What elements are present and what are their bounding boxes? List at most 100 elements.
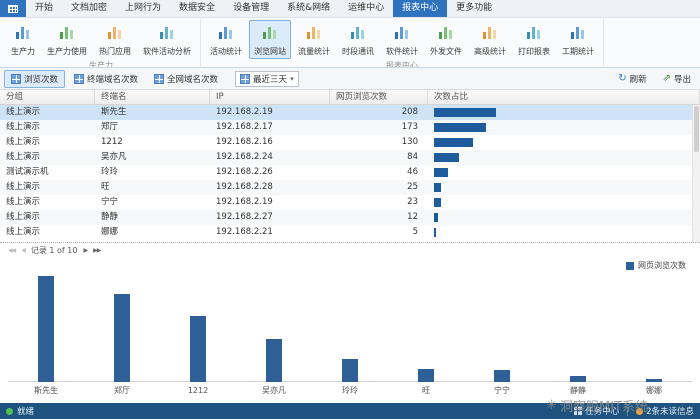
chart-icon — [106, 23, 124, 45]
chart-x-label: 吴亦凡 — [262, 384, 286, 397]
refresh-button[interactable]: ↻ 刷新 — [613, 72, 651, 86]
cell-terminal-name: 玲玲 — [95, 165, 210, 180]
ribbon-button[interactable]: 生产力 — [6, 20, 40, 59]
menu-tab-3[interactable]: 上网行为 — [116, 0, 170, 17]
menu-tab-5[interactable]: 设备管理 — [224, 0, 278, 17]
chart-column: 玲玲 — [312, 267, 388, 397]
table-row[interactable]: 线上演示1212192.168.2.16130 — [0, 135, 700, 150]
ribbon-button-label: 软件统计 — [386, 46, 418, 57]
chart-icon — [393, 23, 411, 45]
ribbon-button[interactable]: 浏览网站 — [249, 20, 291, 59]
menu-tab-8[interactable]: 报表中心 — [393, 0, 447, 17]
menu-tab-2[interactable]: 文档加密 — [62, 0, 116, 17]
first-page-button[interactable]: ◀◀ — [8, 247, 15, 254]
chart-column: 斯先生 — [8, 267, 84, 397]
ribbon-button[interactable]: 高级统计 — [469, 20, 511, 59]
cell-terminal-name: 郑厅 — [95, 120, 210, 135]
ribbon-button[interactable]: 软件统计 — [381, 20, 423, 59]
table-row[interactable]: 线上演示旺192.168.2.2825 — [0, 180, 700, 195]
menubar: 开始文档加密上网行为数据安全设备管理系统&网络运维中心报表中心更多功能 — [0, 0, 700, 18]
ribbon-button[interactable]: 活动统计 — [205, 20, 247, 59]
menu-tab-4[interactable]: 数据安全 — [170, 0, 224, 17]
cell-ratio — [428, 135, 700, 150]
view-tabs: 浏览次数终端域名次数全网域名次数 — [4, 70, 225, 88]
ribbon-button-label: 生产力 — [11, 46, 35, 57]
task-center-icon — [574, 407, 582, 415]
task-center-label: 任务中心 — [585, 405, 619, 417]
statusbar-divider — [627, 407, 628, 416]
ribbon-button[interactable]: 外发文件 — [425, 20, 467, 59]
ribbon-button[interactable]: 流量统计 — [293, 20, 335, 59]
ribbon-button[interactable]: 生产力使用 — [42, 20, 92, 59]
table-row[interactable]: 线上演示静静192.168.2.2712 — [0, 210, 700, 225]
task-center-button[interactable]: 任务中心 — [574, 405, 619, 417]
ribbon-button[interactable]: 打印报表 — [513, 20, 555, 59]
ribbon-button[interactable]: 工期统计 — [557, 20, 599, 59]
ribbon-button-label: 生产力使用 — [47, 46, 87, 57]
table-row[interactable]: 线上演示吴亦凡192.168.2.2484 — [0, 150, 700, 165]
scrollbar-thumb[interactable] — [694, 106, 699, 152]
ratio-bar — [434, 183, 441, 192]
date-range-value: 最近三天 — [253, 73, 287, 85]
table-icon — [11, 74, 21, 84]
chart-bar — [38, 276, 54, 382]
column-header[interactable]: 网页浏览次数 — [330, 90, 428, 104]
app-menu-button[interactable] — [0, 0, 26, 17]
unread-icon — [636, 408, 643, 415]
menu-tab-1[interactable]: 开始 — [26, 0, 62, 17]
chart-bar — [190, 316, 206, 382]
ratio-bar — [434, 123, 486, 132]
table-row[interactable]: 线上演示郑厅192.168.2.17173 — [0, 120, 700, 135]
menu-tab-6[interactable]: 系统&网络 — [278, 0, 339, 17]
view-tab-1[interactable]: 浏览次数 — [4, 70, 65, 88]
table-body: 线上演示斯先生192.168.2.19208线上演示郑厅192.168.2.17… — [0, 105, 700, 240]
view-tab-2[interactable]: 终端域名次数 — [67, 70, 145, 88]
cell-ratio — [428, 225, 700, 240]
next-page-button[interactable]: ▶ — [83, 247, 87, 254]
chart-bar — [494, 370, 510, 382]
column-header[interactable]: IP — [210, 90, 330, 104]
ribbon-button[interactable]: 热门应用 — [94, 20, 136, 59]
app-window: 开始文档加密上网行为数据安全设备管理系统&网络运维中心报表中心更多功能 生产力 生… — [0, 0, 700, 419]
ratio-bar — [434, 138, 473, 147]
unread-label: 2条未读信息 — [646, 405, 694, 417]
pager: ◀◀ ◀ 记录 1 of 10 ▶ ▶▶ — [0, 242, 700, 257]
unread-messages-button[interactable]: 2条未读信息 — [636, 405, 694, 417]
ribbon-button[interactable]: 软件活动分析 — [138, 20, 196, 59]
last-page-button[interactable]: ▶▶ — [93, 247, 100, 254]
date-range-select[interactable]: 最近三天 ▾ — [235, 71, 299, 87]
chart-column: 旺 — [388, 267, 464, 397]
cell-count: 46 — [330, 165, 428, 180]
legend-label: 网页浏览次数 — [638, 260, 686, 271]
table-row[interactable]: 线上演示宁宁192.168.2.1923 — [0, 195, 700, 210]
ratio-bar — [434, 108, 496, 117]
chart-bar — [114, 294, 130, 382]
ratio-bar — [434, 213, 438, 222]
column-header[interactable]: 终端名 — [95, 90, 210, 104]
table-row[interactable]: 线上演示娜娜192.168.2.215 — [0, 225, 700, 240]
cell-count: 23 — [330, 195, 428, 210]
cell-count: 208 — [330, 105, 428, 120]
table-row[interactable]: 线上演示斯先生192.168.2.19208 — [0, 105, 700, 120]
cell-ratio — [428, 120, 700, 135]
chart-bar — [646, 379, 662, 382]
menu-tab-7[interactable]: 运维中心 — [339, 0, 393, 17]
column-header[interactable]: 分组 — [0, 90, 95, 104]
cell-count: 84 — [330, 150, 428, 165]
chart-x-label: 娜娜 — [646, 384, 662, 397]
table-scrollbar[interactable] — [692, 105, 700, 242]
table-row[interactable]: 测试演示机玲玲192.168.2.2646 — [0, 165, 700, 180]
table-icon — [74, 74, 84, 84]
cell-count: 130 — [330, 135, 428, 150]
chart-icon — [58, 23, 76, 45]
cell-terminal-name: 吴亦凡 — [95, 150, 210, 165]
column-header[interactable]: 次数占比 — [428, 90, 700, 104]
prev-page-button[interactable]: ◀ — [21, 247, 25, 254]
cell-terminal-name: 旺 — [95, 180, 210, 195]
view-tab-3[interactable]: 全网域名次数 — [147, 70, 225, 88]
ribbon-button[interactable]: 时段通讯 — [337, 20, 379, 59]
cell-group: 线上演示 — [0, 225, 95, 240]
export-button[interactable]: ⇗ 导出 — [658, 72, 696, 86]
menu-tab-9[interactable]: 更多功能 — [447, 0, 501, 17]
chart-icon — [437, 23, 455, 45]
